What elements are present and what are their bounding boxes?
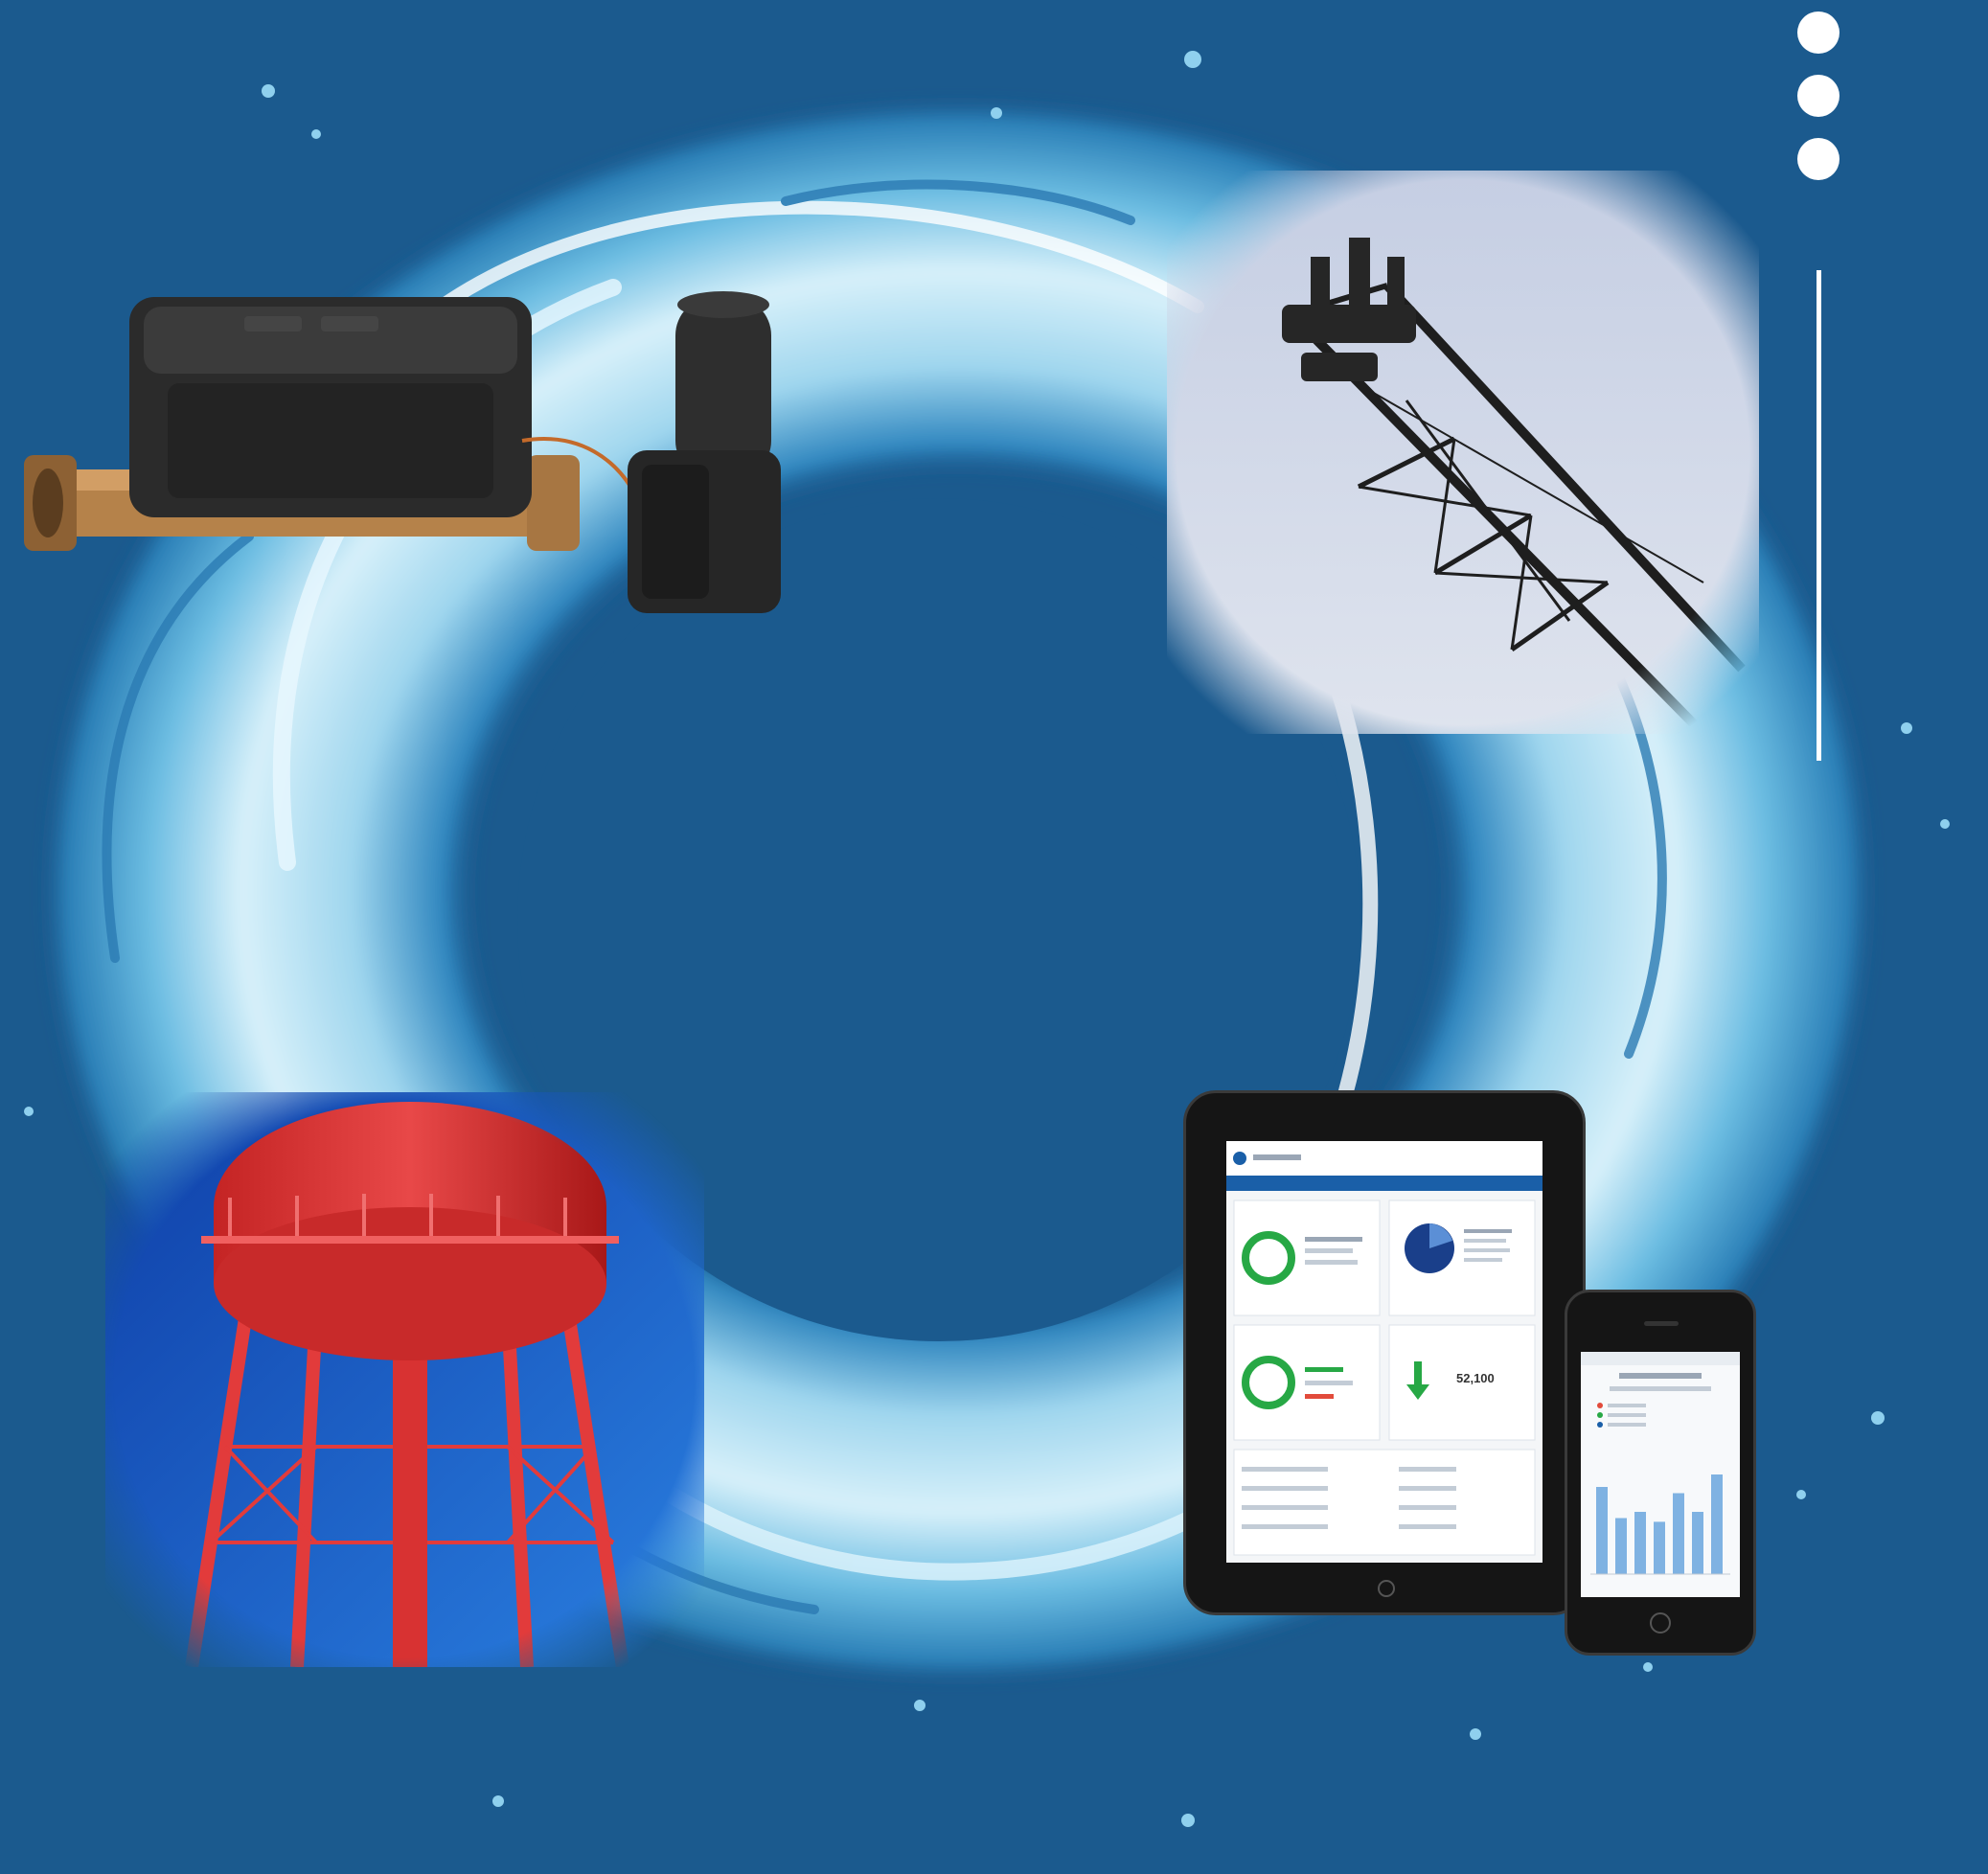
- tablet-home-button: [1378, 1580, 1395, 1597]
- vertical-ellipsis-icon[interactable]: [1794, 11, 1842, 184]
- phone-home-button: [1650, 1612, 1671, 1634]
- hero-graphic: 52,100: [0, 0, 1988, 1874]
- phone-chart-bar: [1615, 1518, 1627, 1574]
- communication-tower-image: [1167, 171, 1759, 734]
- phone-chart-bar: [1711, 1474, 1723, 1574]
- tablet-device: 52,100: [1183, 1090, 1586, 1615]
- phone-chart-bar: [1673, 1493, 1684, 1574]
- phone-chart-bar: [1634, 1512, 1646, 1574]
- water-tower-image: [105, 1092, 704, 1667]
- water-meter-image: [24, 291, 781, 613]
- phone-chart-bar: [1596, 1487, 1608, 1574]
- usage-figure: 52,100: [1456, 1371, 1495, 1385]
- phone-speaker: [1644, 1321, 1679, 1326]
- phone-chart-screen: [1581, 1352, 1740, 1597]
- progress-line: [1817, 270, 1821, 761]
- page-dot-2[interactable]: [1797, 75, 1839, 117]
- tablet-dashboard-screen: 52,100: [1226, 1141, 1542, 1563]
- phone-chart-bar: [1692, 1512, 1703, 1574]
- page-dot-1[interactable]: [1797, 11, 1839, 54]
- phone-chart-bar: [1654, 1521, 1665, 1574]
- page-dot-3[interactable]: [1797, 138, 1839, 180]
- phone-device: [1565, 1290, 1756, 1656]
